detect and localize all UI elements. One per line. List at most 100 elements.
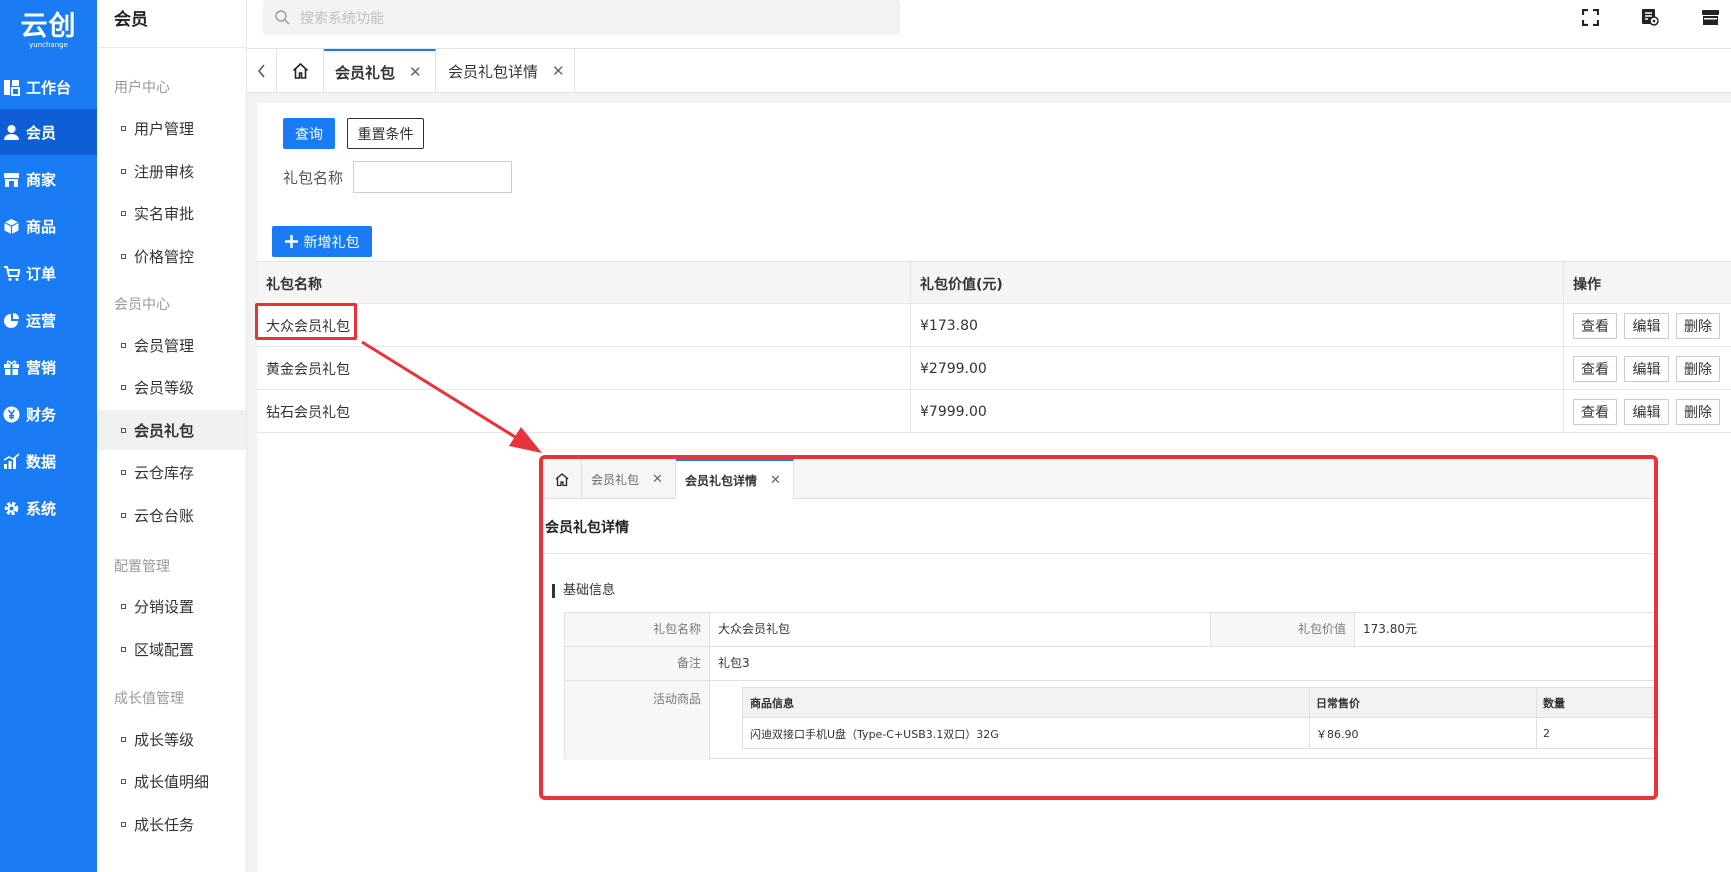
- tab-member-gift[interactable]: 会员礼包 ✕: [324, 49, 436, 93]
- nav-item-data[interactable]: 数据: [0, 438, 97, 484]
- goods-table: 商品信息 日常售价 数量 闪迪双接口手机U盘（Type-C+USB3.1双口）3…: [742, 687, 1654, 749]
- tab-home[interactable]: [277, 49, 324, 93]
- submenu-item-price-control[interactable]: 价格管控: [97, 236, 246, 276]
- cart-icon: [2, 264, 20, 282]
- nav-label: 商品: [26, 217, 57, 236]
- tab-member-gift-detail[interactable]: 会员礼包详情 ✕: [436, 49, 575, 93]
- query-button[interactable]: 查询: [283, 118, 335, 149]
- close-icon[interactable]: ✕: [770, 473, 781, 488]
- goods-info-cell: 闪迪双接口手机U盘（Type-C+USB3.1双口）32G: [750, 727, 999, 741]
- delete-button[interactable]: 删除: [1676, 356, 1720, 382]
- edit-button[interactable]: 编辑: [1624, 399, 1669, 425]
- bullet-icon: [121, 342, 126, 348]
- bullet-icon: [121, 427, 126, 433]
- nav-label: 订单: [26, 264, 57, 283]
- submenu-group-title: 配置管理: [114, 559, 170, 575]
- nav-item-finance[interactable]: 财务: [0, 391, 97, 437]
- view-button[interactable]: 查看: [1573, 399, 1617, 425]
- search-input[interactable]: 搜索系统功能: [263, 0, 900, 35]
- nav-label: 系统: [26, 499, 57, 518]
- reset-button[interactable]: 重置条件: [347, 118, 424, 149]
- nav-label: 工作台: [26, 78, 72, 97]
- add-gift-button[interactable]: 新增礼包: [272, 226, 372, 257]
- gift-name-cell: 钻石会员礼包: [266, 404, 350, 421]
- submenu-item-label: 价格管控: [134, 247, 195, 266]
- yen-icon: [2, 405, 20, 423]
- edit-button[interactable]: 编辑: [1624, 356, 1669, 382]
- table-header: 礼包名称 礼包价值(元) 操作: [257, 261, 1731, 305]
- view-button[interactable]: 查看: [1573, 356, 1617, 382]
- tab-label: 会员礼包: [591, 472, 640, 487]
- submenu-item-growth-level[interactable]: 成长等级: [97, 719, 246, 759]
- column-header-actions: 操作: [1573, 276, 1601, 293]
- detail-title: 会员礼包详情: [545, 520, 629, 536]
- submenu-item-growth-task[interactable]: 成长任务: [97, 804, 246, 844]
- submenu-item-cloud-ledger[interactable]: 云仓台账: [97, 495, 246, 535]
- home-icon: [555, 472, 569, 486]
- chevron-left-icon: [258, 64, 265, 78]
- gift-name-input[interactable]: [353, 161, 512, 193]
- gift-name-cell: 黄金会员礼包: [266, 361, 350, 378]
- preview-tab-home[interactable]: [543, 459, 582, 499]
- column-divider: [1563, 304, 1564, 347]
- bullet-icon: [121, 384, 126, 390]
- close-icon[interactable]: ✕: [652, 472, 663, 487]
- submenu-item-label: 会员礼包: [134, 421, 195, 440]
- dashboard-icon: [2, 78, 20, 96]
- submenu-item-member-gift[interactable]: 会员礼包: [97, 410, 246, 450]
- fullscreen-icon[interactable]: [1579, 6, 1601, 28]
- submenu: 会员 用户中心 用户管理 注册审核 实名审批 价格管控 会员中心 会员管理 会员…: [97, 0, 247, 872]
- delete-button[interactable]: 删除: [1676, 313, 1720, 339]
- submenu-item-label: 注册审核: [134, 162, 195, 181]
- nav-item-goods[interactable]: 商品: [0, 203, 97, 249]
- plus-icon: [284, 235, 298, 248]
- submenu-item-member-level[interactable]: 会员等级: [97, 367, 246, 407]
- user-icon: [2, 123, 20, 141]
- table-row: 钻石会员礼包 ¥7999.00 查看 编辑 删除: [257, 390, 1731, 433]
- search-icon: [275, 10, 290, 25]
- nav-item-workbench[interactable]: 工作台: [0, 64, 97, 110]
- grid-divider: [565, 680, 1654, 681]
- gift-value-cell: ¥2799.00: [920, 360, 987, 377]
- logo-subtext: yunchange: [29, 40, 68, 49]
- nav-item-operation[interactable]: 运营: [0, 297, 97, 343]
- gift-icon: [2, 358, 20, 376]
- nav-label: 财务: [26, 405, 57, 424]
- edit-button[interactable]: 编辑: [1624, 313, 1669, 339]
- delete-button[interactable]: 删除: [1676, 399, 1720, 425]
- submenu-item-member-management[interactable]: 会员管理: [97, 325, 246, 365]
- nav-item-system[interactable]: 系统: [0, 485, 97, 531]
- gift-name-label: 礼包名称: [565, 613, 709, 646]
- submenu-item-user-management[interactable]: 用户管理: [97, 108, 246, 148]
- submenu-item-realname-approval[interactable]: 实名审批: [97, 193, 246, 233]
- submenu-item-region-config[interactable]: 区域配置: [97, 629, 246, 669]
- submenu-item-distribution-settings[interactable]: 分销设置: [97, 586, 246, 626]
- submenu-item-cloud-stock[interactable]: 云仓库存: [97, 452, 246, 492]
- document-settings-icon[interactable]: [1639, 6, 1661, 28]
- bullet-icon: [121, 125, 126, 131]
- submenu-item-register-review[interactable]: 注册审核: [97, 151, 246, 191]
- nav-item-member[interactable]: 会员: [0, 109, 97, 155]
- nav-item-merchant[interactable]: 商家: [0, 156, 97, 202]
- nav-label: 运营: [26, 311, 57, 330]
- pie-chart-icon: [2, 311, 20, 329]
- submenu-item-label: 会员等级: [134, 378, 195, 397]
- preview-tab-member-gift-detail[interactable]: 会员礼包详情 ✕: [676, 459, 794, 499]
- submenu-item-growth-detail[interactable]: 成长值明细: [97, 761, 246, 801]
- column-header-value: 礼包价值(元): [920, 276, 1003, 293]
- close-icon[interactable]: ✕: [552, 62, 565, 80]
- bar-chart-icon: [2, 452, 20, 470]
- preview-tab-member-gift[interactable]: 会员礼包 ✕: [582, 459, 676, 499]
- view-button[interactable]: 查看: [1573, 313, 1617, 339]
- gift-name-value: 大众会员礼包: [718, 622, 791, 636]
- nav-item-marketing[interactable]: 营销: [0, 344, 97, 390]
- close-icon[interactable]: ✕: [409, 63, 422, 81]
- submenu-item-label: 云仓库存: [134, 463, 195, 482]
- bullet-icon: [121, 469, 126, 475]
- shop-icon[interactable]: [1699, 6, 1721, 28]
- nav-item-order[interactable]: 订单: [0, 250, 97, 296]
- submenu-title: 会员: [97, 0, 246, 48]
- tab-scroll-left[interactable]: [247, 49, 277, 93]
- nav-label: 商家: [26, 170, 57, 189]
- column-divider: [1563, 390, 1564, 433]
